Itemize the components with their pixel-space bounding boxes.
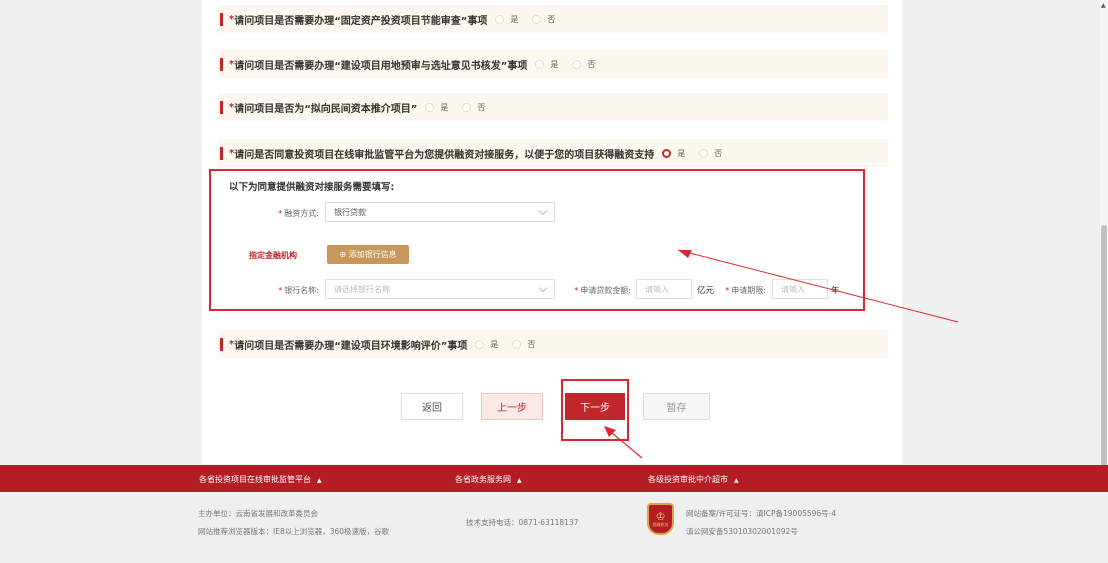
footer-tech-support: 技术支持电话：0871-63118137 bbox=[466, 518, 579, 527]
footer-link-intermediary-market[interactable]: 各级投资审批中介超市 ▲ bbox=[648, 474, 739, 485]
government-badge-icon[interactable]: ♔ 党政机关 bbox=[647, 503, 674, 535]
footer-link-government-services[interactable]: 各省政务服务网 ▲ bbox=[455, 474, 522, 485]
caret-up-icon: ▲ bbox=[317, 477, 322, 484]
footer-icp[interactable]: 网站备案/许可证号：滇ICP备19005596号-4 bbox=[686, 508, 836, 519]
caret-up-icon: ▲ bbox=[517, 477, 522, 484]
annotation-arrowhead bbox=[678, 250, 692, 258]
badge-emblem-icon: ♔ bbox=[655, 510, 666, 523]
footer-host: 主办单位：云南省发展和改革委员会 bbox=[198, 509, 318, 518]
caret-up-icon: ▲ bbox=[734, 477, 739, 484]
footer-police-record[interactable]: 滇公网安备53010302001092号 bbox=[686, 526, 798, 537]
badge-text: 党政机关 bbox=[652, 522, 669, 527]
footer-link-provincial-platforms[interactable]: 各省投资项目在线审批监管平台 ▲ bbox=[199, 474, 322, 485]
footer-browser: 网站推荐浏览器版本：IE8以上浏览器，360极速版，谷歌 bbox=[198, 527, 390, 536]
annotation-arrow-line bbox=[677, 249, 959, 323]
footer-links-bar: 各省投资项目在线审批监管平台 ▲ 各省政务服务网 ▲ 各级投资审批中介超市 ▲ bbox=[0, 465, 1108, 492]
